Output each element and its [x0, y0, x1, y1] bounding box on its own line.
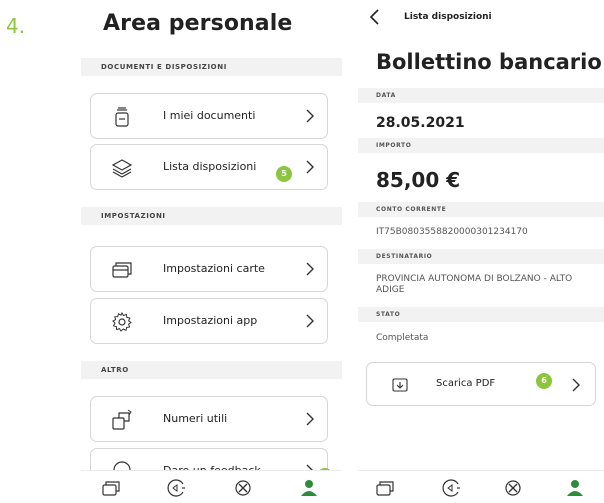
step-number: 4.	[6, 14, 26, 38]
menu-item-numeri-utili[interactable]: Numeri utili	[90, 396, 328, 442]
layers-icon	[111, 159, 133, 178]
menu-item-impostazioni-carte[interactable]: Impostazioni carte	[90, 246, 328, 292]
phone-window-icon	[112, 409, 132, 430]
field-label-importo: IMPORTO	[358, 138, 604, 153]
download-pdf-label: Scarica PDF	[436, 378, 496, 389]
cards-icon	[112, 262, 132, 278]
section-header-documenti: DOCUMENTI E DISPOSIZIONI	[81, 58, 342, 76]
menu-item-label: Impostazioni app	[163, 314, 258, 327]
menu-item-impostazioni-app[interactable]: Impostazioni app	[90, 298, 328, 344]
field-value-conto: IT75B0803558820000301234170	[376, 227, 528, 237]
download-icon	[392, 378, 408, 392]
step-badge: 5	[276, 166, 292, 182]
chevron-right-icon	[306, 109, 314, 123]
bollettino-detail-screen: Lista disposizioni Bollettino bancario D…	[358, 0, 604, 503]
field-value-stato: Completata	[376, 333, 429, 343]
field-value-destinatario: PROVINCIA AUTONOMA DI BOLZANO - ALTO ADI…	[376, 274, 573, 295]
chevron-right-icon	[306, 314, 314, 328]
tab-bar	[358, 470, 604, 503]
profile-icon[interactable]	[564, 477, 586, 499]
chevron-right-icon	[572, 378, 580, 392]
field-value-importo: 85,00 €	[376, 168, 461, 192]
field-label-stato: STATO	[358, 307, 604, 322]
document-tray-icon	[115, 107, 129, 127]
transfer-arrows-icon[interactable]	[440, 477, 462, 499]
profile-icon[interactable]	[298, 477, 320, 499]
field-label-data: DATA	[358, 88, 604, 103]
section-header-impostazioni: IMPOSTAZIONI	[81, 207, 342, 225]
menu-item-label: Numeri utili	[163, 412, 228, 425]
area-personale-screen: Area personale DOCUMENTI E DISPOSIZIONI …	[81, 0, 342, 503]
transfer-arrows-icon[interactable]	[165, 477, 187, 499]
chevron-right-icon	[306, 262, 314, 276]
detail-title: Bollettino bancario	[376, 50, 602, 74]
step-badge: 6	[536, 373, 552, 389]
field-label-destinatario: DESTINATARIO	[358, 249, 604, 264]
field-value-data: 28.05.2021	[376, 115, 465, 131]
menu-item-documenti[interactable]: I miei documenti	[90, 93, 328, 139]
close-circle-icon[interactable]	[232, 477, 254, 499]
menu-item-lista-disposizioni[interactable]: Lista disposizioni 5	[90, 144, 328, 190]
chevron-right-icon	[306, 412, 314, 426]
menu-item-label: Impostazioni carte	[163, 262, 265, 275]
page-title: Area personale	[103, 11, 293, 36]
menu-item-label: Lista disposizioni	[163, 160, 257, 173]
settings-gear-icon	[112, 311, 132, 332]
nav-title: Lista disposizioni	[404, 12, 492, 22]
back-chevron-icon[interactable]	[368, 8, 380, 26]
cards-icon[interactable]	[100, 477, 122, 499]
field-label-conto: CONTO CORRENTE	[358, 202, 604, 217]
section-header-altro: ALTRO	[81, 361, 342, 379]
tab-bar	[81, 470, 342, 503]
download-pdf-button[interactable]: Scarica PDF 6	[366, 362, 596, 406]
chevron-right-icon	[306, 160, 314, 174]
menu-item-label: I miei documenti	[163, 109, 256, 122]
cards-icon[interactable]	[374, 477, 396, 499]
close-circle-icon[interactable]	[502, 477, 524, 499]
